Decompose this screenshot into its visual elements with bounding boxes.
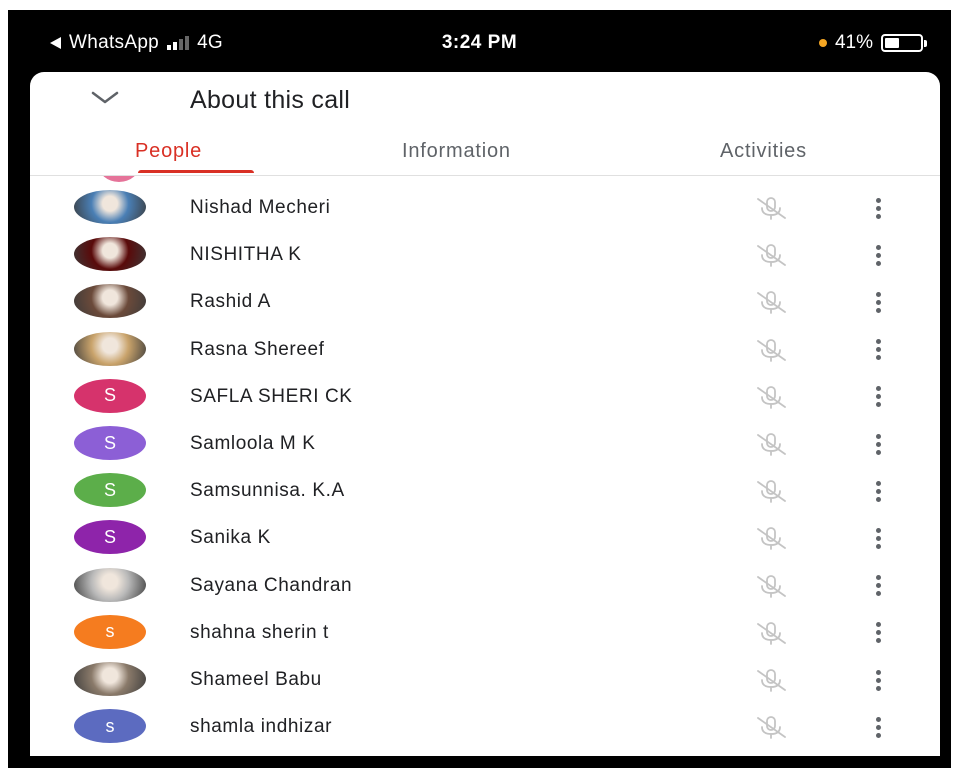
- mic-off-icon: [757, 574, 786, 598]
- participant-row[interactable]: S Samsunnisa. K.A: [30, 469, 940, 516]
- mic-off-icon: [757, 338, 786, 362]
- sheet-header: About this call: [30, 72, 940, 128]
- participant-name: Shameel Babu: [190, 669, 322, 690]
- more-vert-icon[interactable]: [868, 336, 888, 364]
- more-vert-icon[interactable]: [868, 713, 888, 741]
- orange-dot-indicator-icon: [818, 39, 827, 47]
- screenshot-border-top: [0, 0, 957, 10]
- mic-off-icon: [757, 669, 786, 692]
- more-vert-icon[interactable]: [868, 288, 888, 316]
- avatar-initial: s: [105, 621, 115, 642]
- participant-name: Samloola M K: [190, 433, 316, 454]
- avatar-initial: S: [103, 526, 116, 547]
- participant-row[interactable]: S Sanika K: [30, 516, 940, 563]
- active-tab-indicator: [138, 170, 254, 173]
- chevron-down-icon[interactable]: [90, 86, 120, 108]
- mic-off-icon: [757, 433, 786, 456]
- participant-name: Sayana Chandran: [190, 574, 353, 596]
- status-bar: WhatsApp 4G 3:24 PM 41%: [8, 10, 951, 72]
- more-vert-icon[interactable]: [868, 194, 888, 222]
- avatar-initial: S: [103, 432, 116, 453]
- avatar[interactable]: [74, 331, 146, 366]
- status-time: 3:24 PM: [441, 32, 518, 53]
- avatar[interactable]: [74, 284, 146, 319]
- participant-name: Nishad Mecheri: [190, 197, 331, 218]
- tab-activities[interactable]: Activities: [720, 140, 807, 163]
- screenshot-border-bottom: [0, 768, 957, 776]
- about-call-sheet: About this call People Information Activ…: [30, 72, 940, 756]
- participant-row[interactable]: Rasna Shereef: [30, 328, 940, 375]
- participant-name: NISHITHA K: [190, 244, 302, 266]
- more-vert-icon[interactable]: [868, 572, 888, 600]
- screenshot-border-left: [0, 0, 8, 776]
- avatar[interactable]: S: [74, 473, 146, 508]
- participant-name: Rashid A: [190, 291, 271, 313]
- more-vert-icon[interactable]: [868, 383, 888, 411]
- mic-off-icon: [757, 385, 786, 409]
- battery-status: 41%: [818, 32, 927, 54]
- sheet-title: About this call: [190, 86, 351, 114]
- participant-name: Samsunnisa. K.A: [190, 480, 345, 502]
- avatar-initial: s: [105, 715, 115, 736]
- screenshot-border-right: [951, 0, 957, 776]
- tab-people[interactable]: People: [135, 140, 202, 163]
- more-vert-icon[interactable]: [868, 477, 888, 505]
- participant-name: shahna sherin t: [190, 621, 329, 643]
- avatar[interactable]: [74, 190, 146, 224]
- participant-row[interactable]: s shahna sherin t: [30, 611, 940, 658]
- participant-row[interactable]: Shameel Babu: [30, 658, 940, 705]
- avatar: [98, 176, 140, 182]
- mic-off-icon: [757, 244, 786, 268]
- participant-name: Sanika K: [190, 527, 271, 549]
- participant-row[interactable]: Sayana Chandran: [30, 564, 940, 611]
- more-vert-icon[interactable]: [868, 619, 888, 647]
- more-vert-icon[interactable]: [868, 430, 888, 458]
- avatar-initial: S: [103, 385, 116, 406]
- participant-name: SAFLA SHERI CK: [190, 385, 353, 407]
- more-vert-icon[interactable]: [868, 241, 888, 269]
- mic-off-icon: [757, 621, 786, 645]
- avatar[interactable]: [74, 237, 146, 272]
- avatar[interactable]: S: [74, 520, 146, 555]
- battery-fill: [885, 38, 899, 48]
- participant-row[interactable]: S SAFLA SHERI CK: [30, 375, 940, 422]
- avatar[interactable]: S: [74, 378, 146, 413]
- participant-name: Rasna Shereef: [190, 338, 325, 360]
- participant-list[interactable]: Nishad Mecheri NISHITHA K Rashid A Rasna…: [30, 176, 940, 756]
- mic-off-icon: [757, 527, 786, 551]
- mic-off-icon: [757, 716, 786, 740]
- more-vert-icon[interactable]: [868, 524, 888, 552]
- participant-row[interactable]: S Samloola M K: [30, 422, 940, 469]
- avatar[interactable]: s: [74, 614, 146, 649]
- avatar[interactable]: S: [74, 426, 146, 460]
- avatar[interactable]: [74, 567, 146, 602]
- battery-percent: 41%: [834, 32, 873, 53]
- mic-off-icon: [757, 480, 786, 504]
- participant-row[interactable]: Nishad Mecheri: [30, 186, 940, 233]
- participant-row[interactable]: Rashid A: [30, 280, 940, 327]
- mic-off-icon: [757, 197, 786, 220]
- participant-name: shamla indhizar: [190, 716, 333, 738]
- tab-information[interactable]: Information: [402, 140, 511, 163]
- avatar-initial: S: [103, 479, 116, 500]
- avatar[interactable]: s: [74, 709, 146, 744]
- battery-icon: [881, 34, 927, 52]
- participant-row[interactable]: s shamla indhizar: [30, 705, 940, 752]
- mic-off-icon: [757, 291, 786, 315]
- participant-row[interactable]: NISHITHA K: [30, 233, 940, 280]
- avatar[interactable]: [74, 662, 146, 696]
- more-vert-icon[interactable]: [868, 666, 888, 694]
